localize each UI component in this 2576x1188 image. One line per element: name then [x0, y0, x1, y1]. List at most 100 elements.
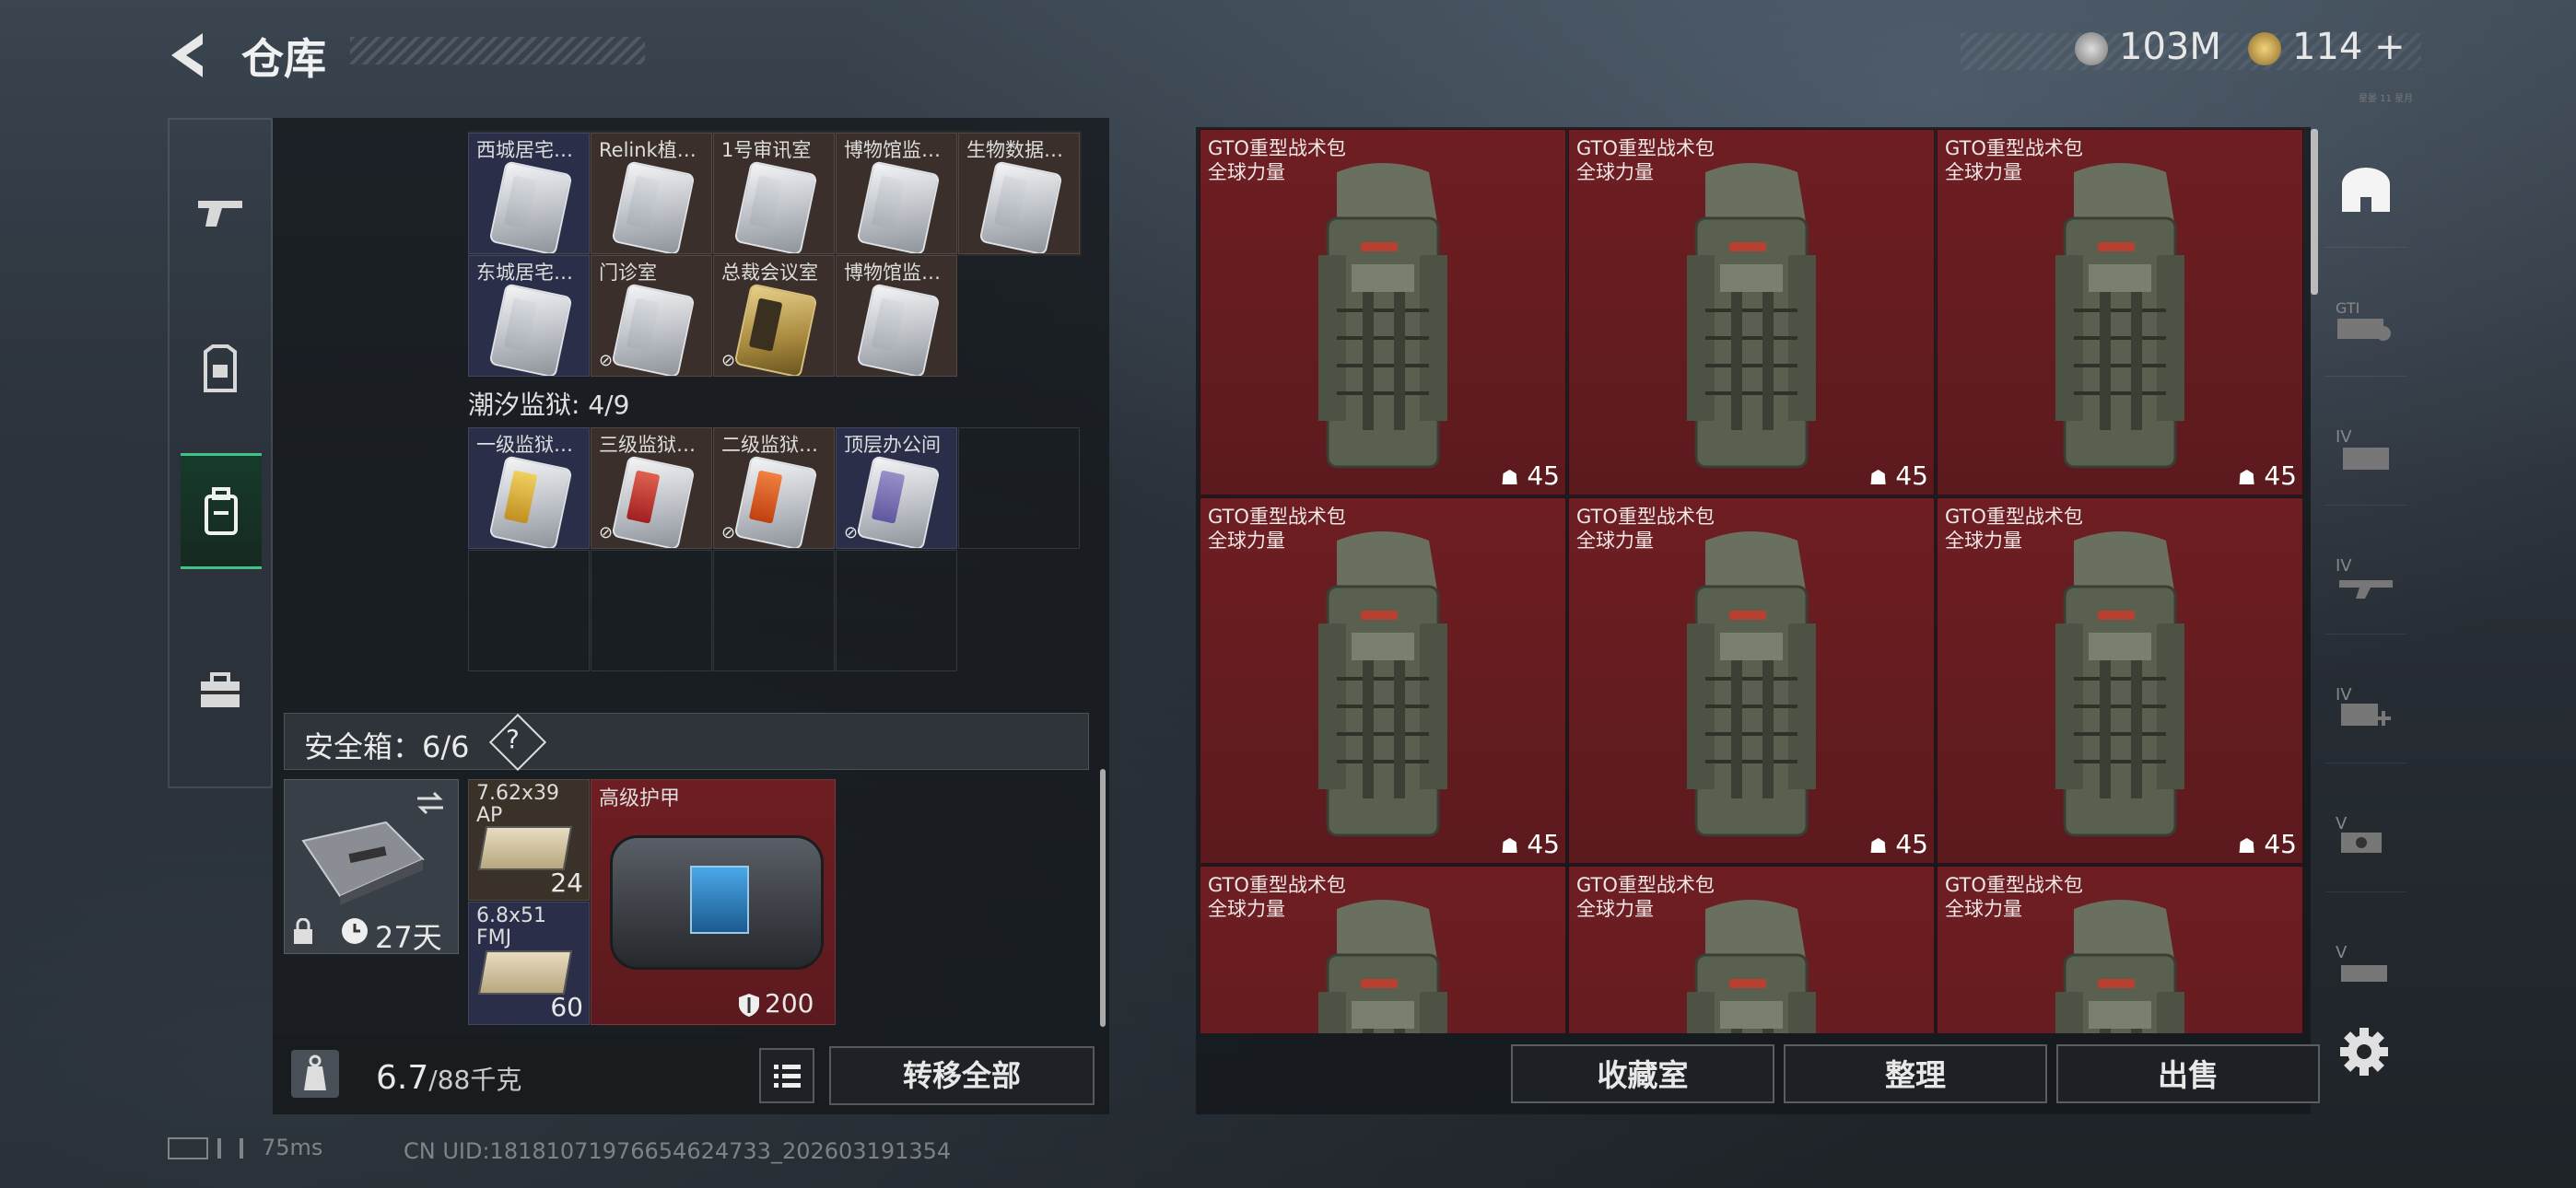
- vest-icon: [204, 344, 237, 392]
- keycard-slot[interactable]: 一级监狱…: [468, 427, 590, 549]
- filter-iv-1[interactable]: IV: [2325, 394, 2406, 506]
- ammo-item[interactable]: 7.62x39 AP 24: [468, 779, 590, 901]
- backpack-image: [1687, 531, 1816, 837]
- armor-item[interactable]: 高级护甲 200: [591, 779, 836, 1025]
- unlinked-icon: ⊘: [844, 523, 859, 542]
- keycard-name: 总裁会议室: [721, 262, 818, 284]
- list-view-button[interactable]: [759, 1048, 814, 1103]
- filter-iv-2[interactable]: IV: [2325, 523, 2406, 635]
- keycard-name: 东城居宅…: [476, 262, 573, 284]
- backpack-item[interactable]: GTO重型战术包全球力量☗ 45: [1568, 497, 1935, 864]
- keycard-slot[interactable]: 二级监狱… ⊘: [713, 427, 835, 549]
- keycard-slot[interactable]: 三级监狱… ⊘: [591, 427, 712, 549]
- backpack-item[interactable]: GTO重型战术包全球力量☗ 45: [1200, 497, 1566, 864]
- gti-filter-icon: GTI: [2336, 299, 2391, 341]
- armor-tab[interactable]: [170, 313, 271, 424]
- empty-slot[interactable]: [958, 427, 1080, 549]
- item-tag: 全球力量: [1945, 161, 2022, 183]
- item-tag: 全球力量: [1576, 898, 1654, 920]
- filter-v-2[interactable]: V: [2325, 910, 2406, 1020]
- backpack-item[interactable]: GTO重型战术包全球力量☗ 45: [1568, 866, 1935, 1033]
- backpack-image: [2055, 531, 2184, 837]
- iv-medkit-icon: IV: [2336, 685, 2391, 726]
- empty-slot[interactable]: [713, 550, 835, 671]
- weight-current: 6.7: [376, 1059, 429, 1097]
- all-items-icon: [2342, 168, 2390, 212]
- ammo-item[interactable]: 6.8x51 FMJ 60: [468, 902, 590, 1025]
- empty-slot[interactable]: [468, 550, 590, 671]
- keycard-slot[interactable]: Relink植…: [591, 133, 712, 254]
- backpack-item[interactable]: GTO重型战术包全球力量☗ 45: [1937, 497, 2303, 864]
- filter-gti[interactable]: GTI: [2325, 265, 2406, 377]
- keycard-slot[interactable]: 生物数据…: [958, 133, 1080, 254]
- item-capacity: ☗ 45: [1869, 829, 1928, 859]
- ammo-type: AP: [476, 804, 503, 827]
- keycard-slot[interactable]: 西城居宅…: [468, 133, 590, 254]
- page-title: 仓库: [241, 34, 326, 84]
- currency-primary: 103M: [2075, 26, 2221, 68]
- network-status: 75ms: [168, 1135, 322, 1160]
- premium-coin-icon: [2248, 32, 2281, 65]
- keycard-image: [978, 160, 1063, 253]
- keycard-name: 1号审讯室: [721, 139, 812, 161]
- backpack-tab[interactable]: [181, 453, 262, 569]
- capacity-icon: ☗: [1868, 467, 1888, 490]
- keycard-slot[interactable]: 博物馆监…: [836, 133, 957, 254]
- weight-max: /88千克: [428, 1065, 522, 1095]
- settings-gear-icon[interactable]: [2336, 1024, 2392, 1079]
- item-capacity: ☗ 45: [2238, 460, 2297, 491]
- filter-iv-3[interactable]: IV: [2325, 652, 2406, 763]
- backpack-scrollbar[interactable]: [2311, 129, 2318, 295]
- keycard-name: 顶层办公间: [844, 434, 941, 456]
- capacity-value: 45: [1895, 829, 1928, 859]
- ammo-type: FMJ: [476, 926, 512, 949]
- keycard-name: Relink植…: [599, 139, 697, 161]
- armor-durability: 200: [765, 988, 814, 1019]
- currency-secondary[interactable]: 114 +: [2248, 26, 2406, 68]
- capacity-value: 45: [1895, 460, 1928, 491]
- backpack-image: [2055, 163, 2184, 469]
- stash-scrollbar[interactable]: [1100, 769, 1106, 1027]
- empty-slot[interactable]: [836, 550, 957, 671]
- sort-button[interactable]: 整理: [1784, 1044, 2047, 1103]
- filter-all[interactable]: [2325, 136, 2406, 248]
- unlinked-icon: ⊘: [599, 523, 614, 542]
- armor-name: 高级护甲: [599, 787, 681, 810]
- backpack-item[interactable]: GTO重型战术包全球力量☗ 45: [1937, 129, 2303, 495]
- item-tag: 全球力量: [1945, 898, 2022, 920]
- briefcase-tab[interactable]: [170, 635, 271, 746]
- backpack-item[interactable]: GTO重型战术包全球力量☗ 45: [1568, 129, 1935, 495]
- keycard-slot[interactable]: 总裁会议室 ⊘: [713, 255, 835, 377]
- keycard-slot[interactable]: 门诊室 ⊘: [591, 255, 712, 377]
- back-arrow-icon[interactable]: [166, 28, 212, 83]
- add-currency-icon[interactable]: +: [2374, 26, 2406, 68]
- backpack-item[interactable]: GTO重型战术包全球力量☗ 45: [1200, 129, 1566, 495]
- ping-value: 75ms: [262, 1135, 323, 1160]
- svg-text:GTI: GTI: [2336, 299, 2359, 317]
- unlinked-icon: ⊘: [721, 523, 736, 542]
- weapon-tab[interactable]: [170, 157, 271, 267]
- transfer-all-button[interactable]: 转移全部: [829, 1046, 1095, 1105]
- swap-icon[interactable]: [414, 789, 447, 817]
- keycard-slot[interactable]: 顶层办公间 ⊘: [836, 427, 957, 549]
- keycard-slot[interactable]: 东城居宅…: [468, 255, 590, 377]
- svg-text:IV: IV: [2336, 685, 2352, 705]
- safe-case-slot[interactable]: 27天: [284, 779, 459, 955]
- safe-duration: 27天: [375, 920, 442, 955]
- keycard-slot[interactable]: 1号审讯室: [713, 133, 835, 254]
- help-icon-mark[interactable]: ?: [506, 724, 520, 754]
- empty-slot[interactable]: [591, 550, 712, 671]
- lock-icon: [294, 918, 312, 944]
- backpack-item[interactable]: GTO重型战术包全球力量☗ 45: [1937, 866, 2303, 1033]
- backpack-item[interactable]: GTO重型战术包全球力量☗ 45: [1200, 866, 1566, 1033]
- user-uid: CN UID:18181071976654624733_202603191354: [404, 1138, 952, 1164]
- item-tag: 全球力量: [1208, 161, 1285, 183]
- capacity-value: 45: [1527, 460, 1560, 491]
- backpack-image: [1318, 900, 1447, 1033]
- collection-room-button[interactable]: 收藏室: [1511, 1044, 1774, 1103]
- kg-weight-icon: [291, 1050, 339, 1098]
- keycard-slot[interactable]: 博物馆监…: [836, 255, 957, 377]
- filter-v-1[interactable]: V: [2325, 781, 2406, 892]
- unlinked-icon: ⊘: [599, 351, 614, 370]
- sell-button[interactable]: 出售: [2056, 1044, 2320, 1103]
